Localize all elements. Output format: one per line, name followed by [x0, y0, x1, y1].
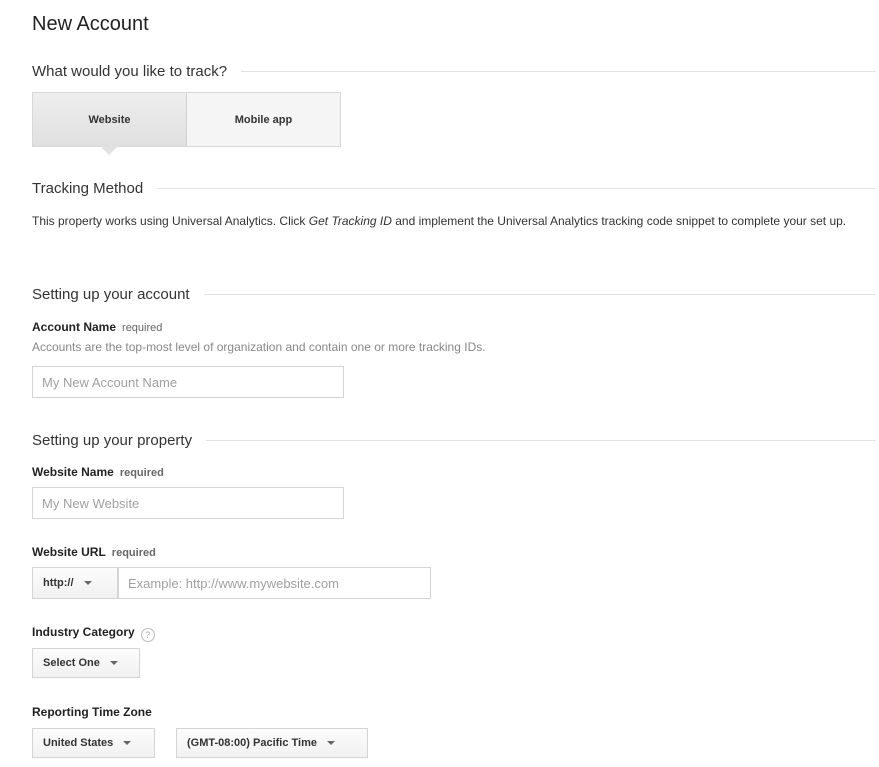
reporting-time-zone-label-text: Reporting Time Zone	[32, 705, 152, 719]
section-title-account: Setting up your account	[32, 285, 190, 303]
chevron-down-icon	[327, 741, 336, 745]
section-divider	[206, 439, 876, 441]
website-url-label: Website URL required	[32, 545, 156, 559]
section-title-track: What would you like to track?	[32, 62, 228, 80]
country-selected-value: United States	[43, 737, 114, 749]
description-text: This property works using Universal Anal…	[32, 214, 309, 228]
section-title-property: Setting up your property	[32, 431, 193, 449]
tracking-method-description: This property works using Universal Anal…	[32, 212, 872, 231]
protocol-selected-value: http://	[43, 577, 74, 589]
industry-selected-value: Select One	[43, 657, 100, 669]
website-url-label-text: Website URL	[32, 545, 106, 559]
account-name-hint: Accounts are the top-most level of organ…	[32, 340, 486, 354]
time-zone-dropdown[interactable]: (GMT-08:00) Pacific Time	[176, 728, 368, 758]
account-name-label-text: Account Name	[32, 320, 117, 334]
industry-category-label-text: Industry Category	[32, 625, 135, 639]
section-divider	[241, 70, 876, 72]
website-name-label-text: Website Name	[32, 465, 114, 479]
country-dropdown[interactable]: United States	[32, 728, 155, 758]
section-header-account: Setting up your account	[32, 284, 876, 304]
section-divider	[203, 293, 876, 295]
description-text: and implement the Universal Analytics tr…	[391, 214, 847, 228]
reporting-time-zone-label: Reporting Time Zone	[32, 705, 152, 719]
required-marker: required	[111, 547, 156, 559]
section-divider	[157, 187, 876, 189]
required-marker: required	[119, 467, 164, 479]
website-url-input[interactable]	[118, 567, 431, 599]
get-tracking-id-emphasis: Get Tracking ID	[308, 214, 392, 228]
chevron-down-icon	[123, 741, 132, 745]
page-title: New Account	[32, 13, 149, 35]
chevron-down-icon	[109, 661, 118, 665]
website-name-input[interactable]	[32, 487, 344, 519]
industry-category-label: Industry Category ?	[32, 625, 155, 642]
protocol-dropdown[interactable]: http://	[32, 567, 118, 599]
time-zone-selected-value: (GMT-08:00) Pacific Time	[187, 737, 318, 749]
mobile-app-option-button[interactable]: Mobile app	[187, 93, 340, 146]
required-marker: required	[122, 322, 163, 334]
account-name-input[interactable]	[32, 366, 344, 398]
account-name-label: Account Name required	[32, 320, 162, 334]
section-header-track: What would you like to track?	[32, 61, 876, 81]
selected-pointer-icon	[100, 146, 118, 155]
section-header-property: Setting up your property	[32, 430, 876, 450]
website-option-button[interactable]: Website	[33, 93, 187, 146]
help-icon[interactable]: ?	[140, 628, 155, 642]
track-type-selector: Website Mobile app	[32, 92, 341, 147]
chevron-down-icon	[83, 581, 92, 585]
section-title-tracking-method: Tracking Method	[32, 179, 144, 197]
website-name-label: Website Name required	[32, 465, 164, 479]
section-header-tracking-method: Tracking Method	[32, 178, 876, 198]
industry-category-dropdown[interactable]: Select One	[32, 648, 140, 678]
